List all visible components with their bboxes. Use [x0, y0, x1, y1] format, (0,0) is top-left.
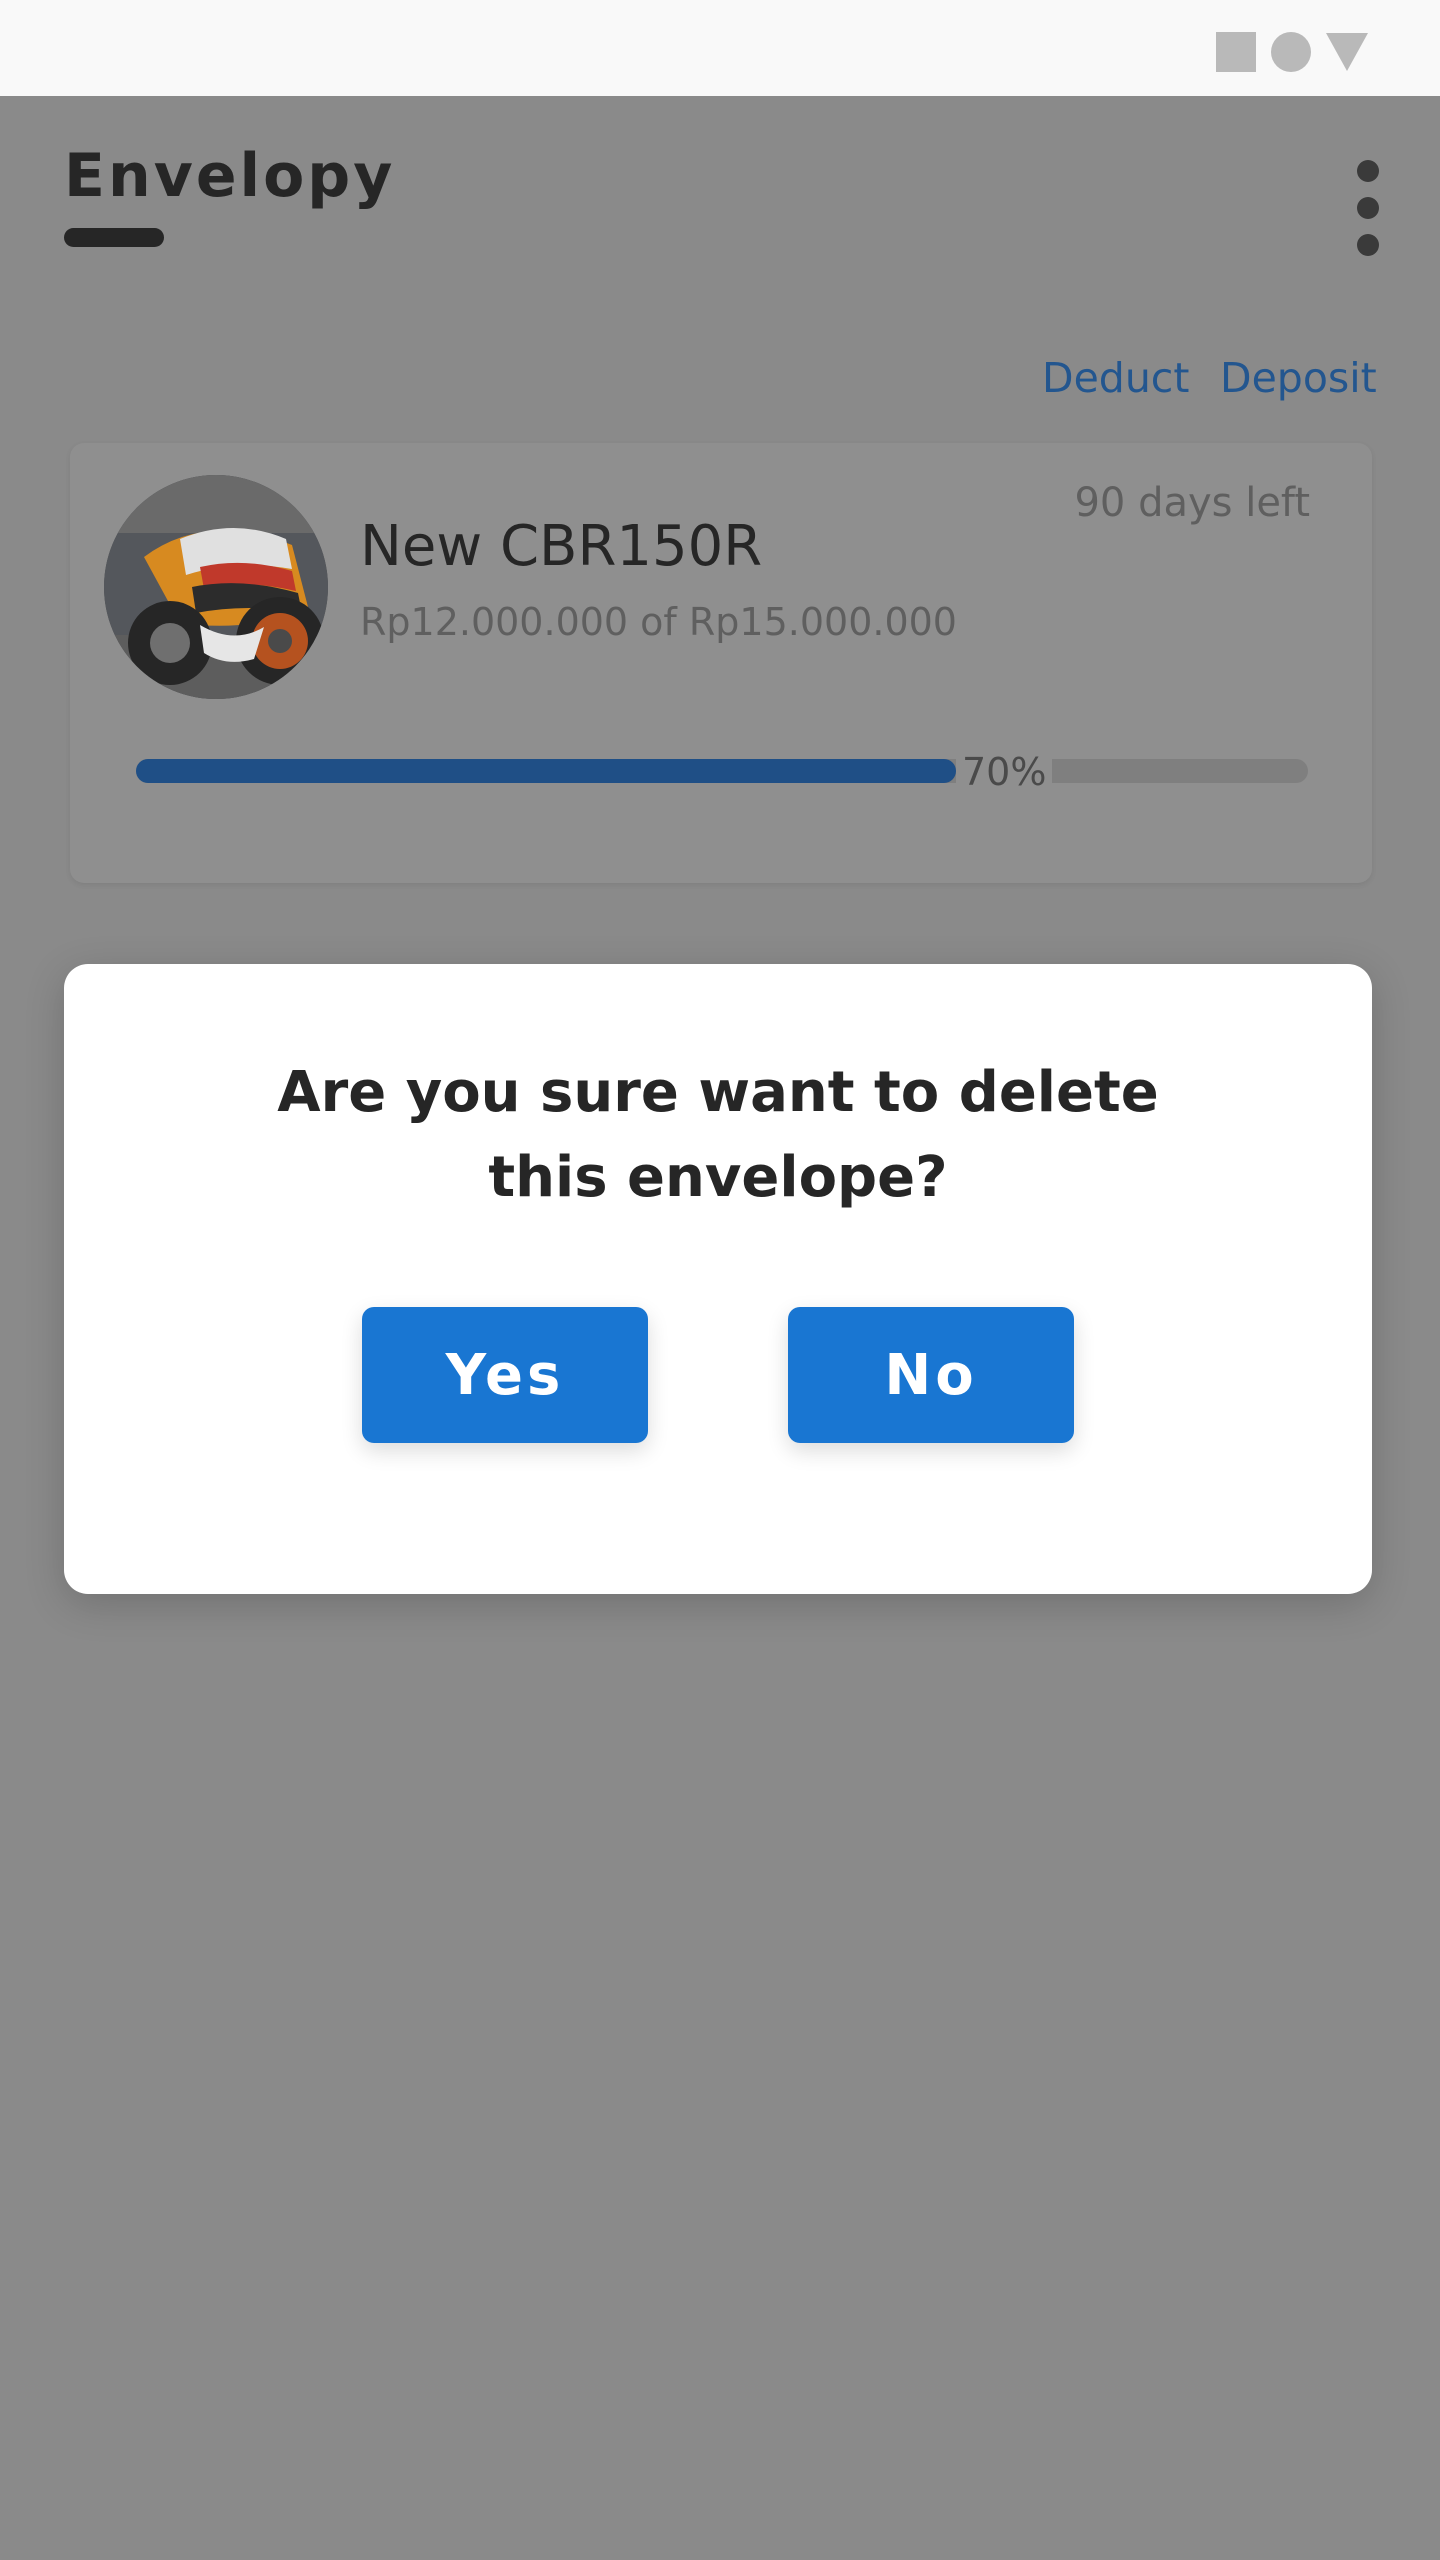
envelope-card[interactable]: New CBR150R Rp12.000.000 of Rp15.000.000… — [70, 443, 1372, 883]
deposit-link[interactable]: Deposit — [1220, 358, 1377, 399]
more-vertical-icon[interactable] — [1350, 156, 1386, 260]
dialog-message-line: Are you sure want to delete — [277, 1060, 1159, 1125]
motorcycle-image — [104, 475, 328, 699]
title-underline — [64, 228, 164, 247]
envelope-avatar — [104, 475, 328, 699]
deduct-link[interactable]: Deduct — [1042, 358, 1189, 399]
status-bar — [0, 0, 1440, 96]
progress-bar: 70% — [136, 753, 1308, 791]
no-button[interactable]: No — [788, 1307, 1074, 1443]
dialog-message: Are you sure want to delete this envelop… — [164, 1050, 1272, 1220]
envelope-amount: Rp12.000.000 of Rp15.000.000 — [360, 600, 957, 644]
dialog-message-line: this envelope? — [488, 1145, 948, 1210]
progress-label: 70% — [956, 753, 1053, 791]
menu-dot — [1357, 160, 1379, 182]
menu-dot — [1357, 197, 1379, 219]
square-icon — [1216, 32, 1256, 72]
app-title: Envelopy — [64, 141, 396, 211]
progress-fill — [136, 759, 956, 783]
envelope-name: New CBR150R — [360, 514, 763, 579]
yes-button[interactable]: Yes — [362, 1307, 648, 1443]
menu-dot — [1357, 234, 1379, 256]
envelope-deadline: 90 days left — [1074, 480, 1310, 526]
triangle-icon — [1326, 33, 1368, 71]
circle-icon — [1271, 32, 1311, 72]
delete-confirmation-dialog: Are you sure want to delete this envelop… — [64, 964, 1372, 1594]
